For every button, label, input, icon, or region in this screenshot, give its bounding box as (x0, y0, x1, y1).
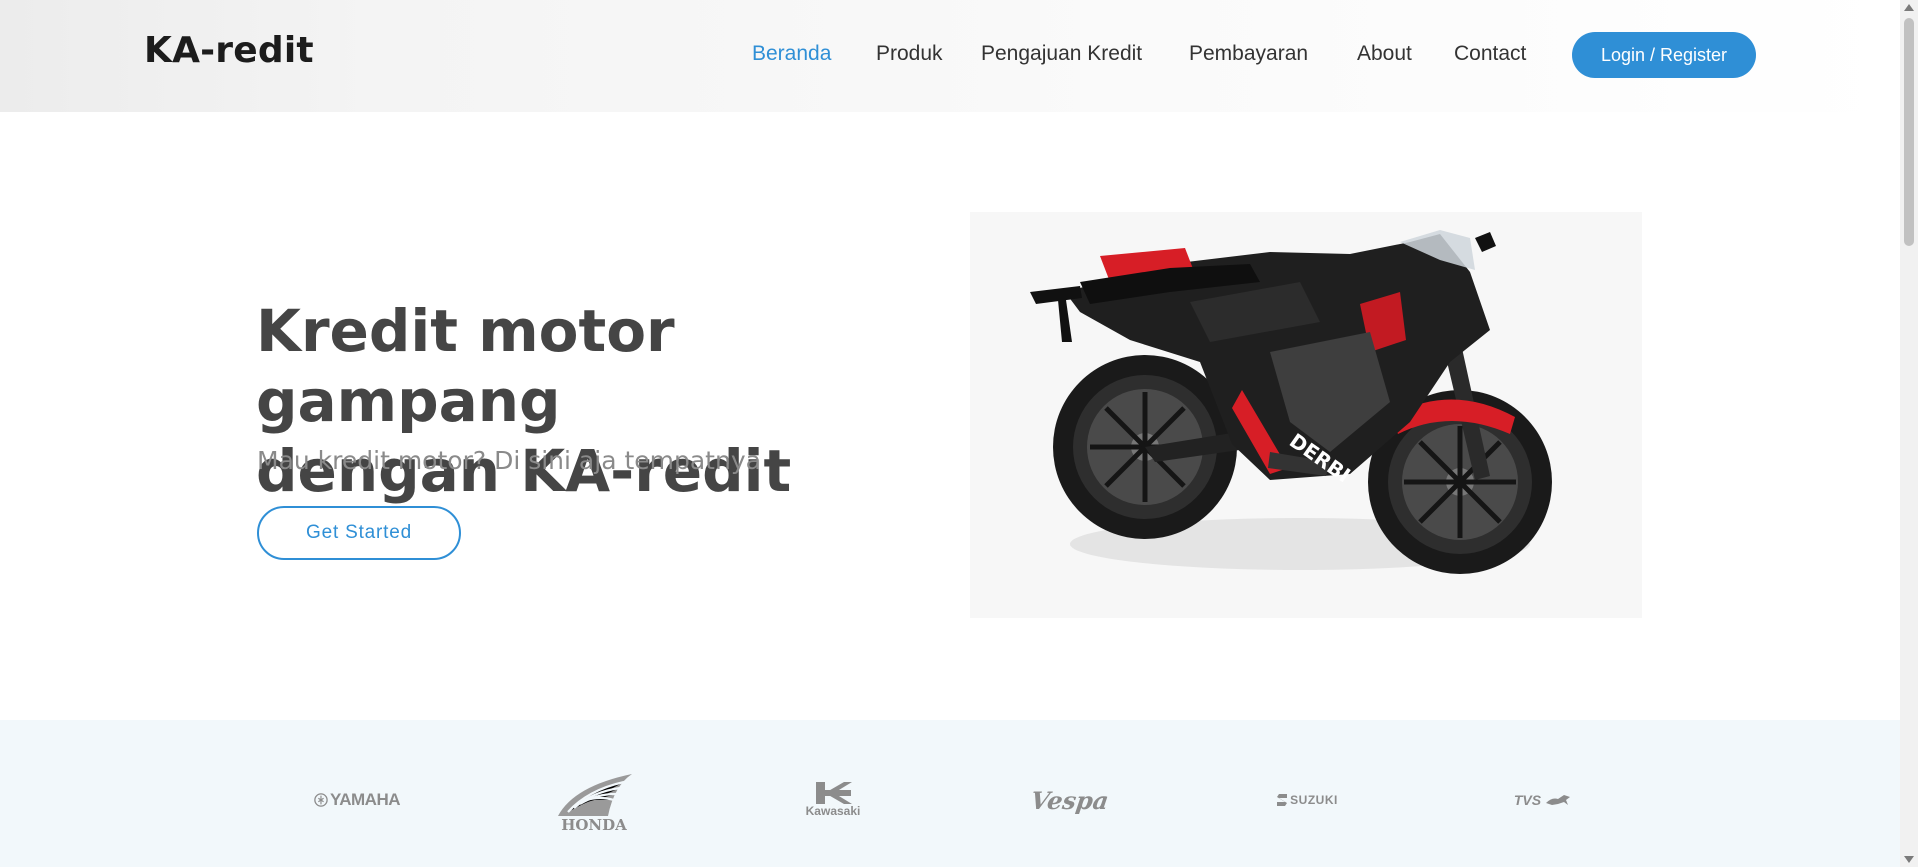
scroll-up-arrow-icon[interactable] (1904, 4, 1914, 11)
brand-logos-strip: YAMAHA HONDA Kawasaki Vespa SUZUKI TVS (0, 720, 1900, 867)
site-header: KA-redit Beranda Produk Pengajuan Kredit… (0, 0, 1900, 112)
nav-item-about[interactable]: About (1357, 42, 1412, 66)
vertical-scrollbar[interactable] (1900, 0, 1918, 867)
honda-wordmark: HONDA (561, 816, 627, 834)
scrollbar-thumb[interactable] (1904, 18, 1914, 246)
nav-item-beranda[interactable]: Beranda (752, 42, 831, 66)
suzuki-logo[interactable]: SUZUKI (1273, 770, 1341, 830)
nav-item-produk[interactable]: Produk (876, 42, 943, 66)
tvs-horse-icon (1546, 795, 1571, 805)
get-started-button[interactable]: Get Started (257, 506, 461, 560)
site-logo[interactable]: KA-redit (144, 30, 314, 71)
vespa-logo[interactable]: Vespa (1029, 770, 1111, 830)
kawasaki-wordmark: Kawasaki (805, 804, 861, 818)
kawasaki-k-icon (816, 782, 852, 804)
nav-item-pengajuan-kredit[interactable]: Pengajuan Kredit (981, 42, 1142, 66)
yamaha-logo[interactable]: YAMAHA (314, 770, 401, 830)
tvs-logo[interactable]: TVS (1510, 770, 1576, 830)
tvs-wordmark: TVS (1513, 792, 1542, 808)
honda-logo[interactable]: HONDA (552, 768, 636, 838)
kawasaki-logo[interactable]: Kawasaki (793, 770, 873, 830)
nav-item-contact[interactable]: Contact (1454, 42, 1526, 66)
honda-wing-icon (558, 774, 632, 816)
hero-title-line-1: Kredit motor gampang (256, 297, 675, 435)
scroll-down-arrow-icon[interactable] (1904, 856, 1914, 863)
page: KA-redit Beranda Produk Pengajuan Kredit… (0, 0, 1918, 867)
yamaha-tuning-fork-icon (314, 793, 328, 807)
suzuki-wordmark: SUZUKI (1290, 793, 1338, 807)
vespa-wordmark: Vespa (1029, 785, 1111, 815)
motorcycle-image: DERBI (970, 212, 1642, 618)
login-register-button[interactable]: Login / Register (1572, 32, 1756, 78)
motorcycle-illustration: DERBI (1030, 230, 1552, 574)
yamaha-wordmark: YAMAHA (329, 790, 401, 809)
suzuki-s-icon (1277, 794, 1288, 806)
nav-item-pembayaran[interactable]: Pembayaran (1189, 42, 1308, 66)
hero-subtitle: Mau kredit motor? Di sini aja tempatnya (257, 446, 761, 475)
